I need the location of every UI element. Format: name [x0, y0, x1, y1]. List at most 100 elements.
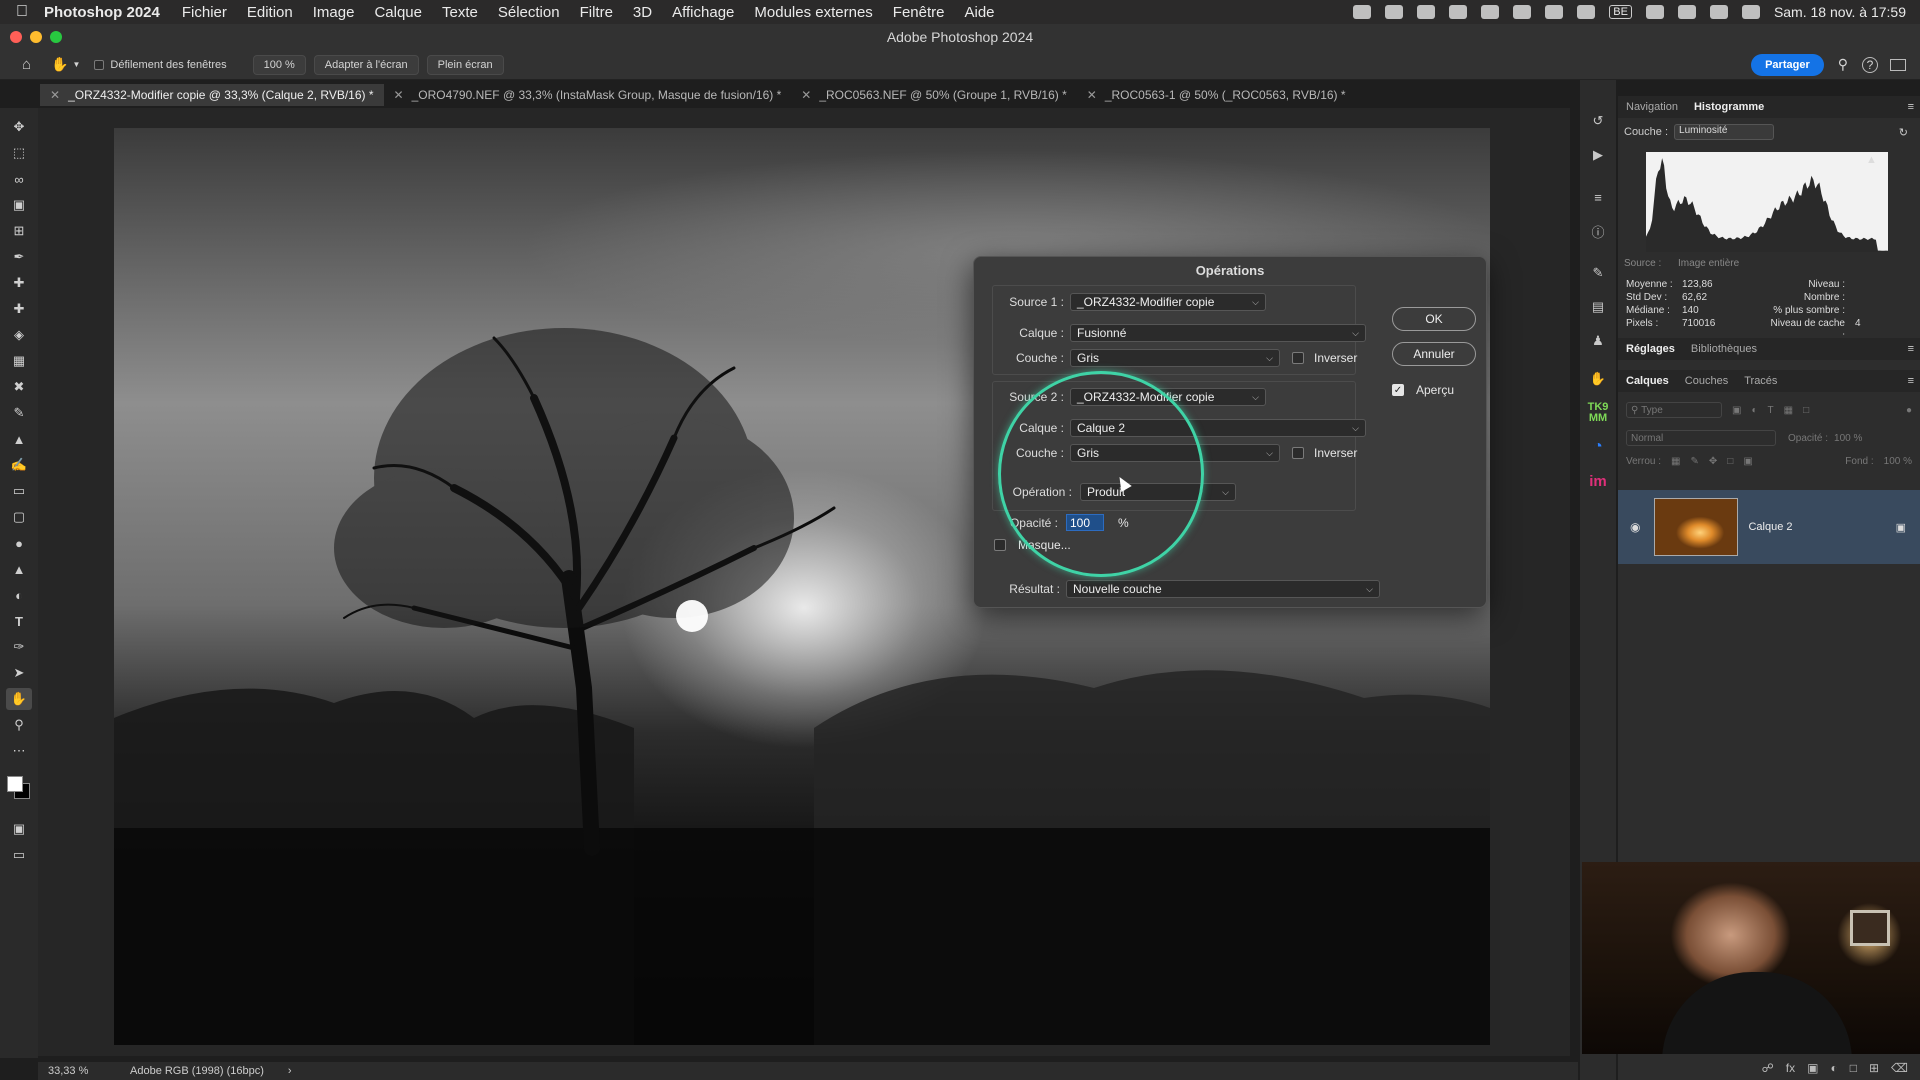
tab-navigation[interactable]: Navigation	[1626, 101, 1678, 113]
info-icon[interactable]: ⓘ	[1587, 220, 1609, 242]
hand-tool-preset-icon[interactable]: ✋	[51, 56, 68, 73]
gradient-tool-icon[interactable]: ▢	[6, 506, 32, 528]
brush-tool-icon[interactable]: ✎	[6, 402, 32, 424]
source1-layer-select[interactable]: Fusionné ⌵	[1070, 324, 1366, 342]
pen-tool-icon[interactable]: ✑	[6, 636, 32, 658]
spot-healing-tool-icon[interactable]: ✚	[6, 272, 32, 294]
time-machine-icon[interactable]	[1481, 5, 1500, 19]
menu-affichage[interactable]: Affichage	[672, 4, 734, 21]
menu-fichier[interactable]: Fichier	[182, 4, 227, 21]
close-tab-icon[interactable]: ✕	[801, 88, 811, 102]
search-icon[interactable]: ⚲	[1838, 56, 1848, 73]
home-icon[interactable]: ⌂	[22, 56, 31, 73]
brush-settings-icon[interactable]: ✎	[1587, 262, 1609, 284]
tab-calques[interactable]: Calques	[1626, 375, 1669, 387]
source1-channel-select[interactable]: Gris ⌵	[1070, 349, 1280, 367]
properties-sliders-icon[interactable]: ≡	[1587, 186, 1609, 208]
zoom-tool-icon[interactable]: ⚲	[6, 714, 32, 736]
panel-menu-icon[interactable]: ≡	[1908, 375, 1914, 387]
tab-roc0563-1[interactable]: ✕ _ROC0563-1 @ 50% (_ROC0563, RVB/16) *	[1077, 84, 1356, 106]
layer-filter-select[interactable]: ⚲ Type	[1626, 402, 1722, 418]
menu-3d[interactable]: 3D	[633, 4, 652, 21]
menu-selection[interactable]: Sélection	[498, 4, 560, 21]
color-swatches[interactable]	[5, 774, 33, 804]
blend-mode-select[interactable]: Normal	[1626, 430, 1776, 446]
people-icon[interactable]: ♟	[1587, 330, 1609, 352]
type-tool-icon[interactable]: T	[6, 610, 32, 632]
menu-filtre[interactable]: Filtre	[580, 4, 613, 21]
history-panel-icon[interactable]: ↺	[1587, 110, 1609, 132]
volume-icon[interactable]	[1545, 5, 1564, 19]
tk9-plugin-icon[interactable]: TK9 MM	[1587, 402, 1609, 424]
panel-menu-icon[interactable]: ≡	[1908, 343, 1914, 355]
menu-image[interactable]: Image	[313, 4, 355, 21]
camera-icon[interactable]	[1449, 5, 1468, 19]
tab-oro4790[interactable]: ✕ _ORO4790.NEF @ 33,3% (InstaMask Group,…	[384, 84, 792, 106]
help-icon[interactable]: ?	[1862, 56, 1878, 73]
tab-bibliotheques[interactable]: Bibliothèques	[1691, 343, 1757, 355]
menu-edition[interactable]: Edition	[247, 4, 293, 21]
foreground-color-swatch[interactable]	[7, 776, 23, 792]
ok-button[interactable]: OK	[1392, 307, 1476, 331]
filter-shape-icon[interactable]: ▦	[1784, 405, 1793, 416]
lock-transparency-icon[interactable]: ▦	[1671, 456, 1680, 467]
zoom-window-icon[interactable]	[50, 31, 62, 43]
battery-icon[interactable]	[1645, 5, 1664, 19]
control-center-icon[interactable]	[1741, 5, 1760, 19]
flame-icon[interactable]	[1385, 5, 1404, 19]
bluetooth-icon[interactable]	[1577, 5, 1596, 19]
tab-reglages[interactable]: Réglages	[1626, 343, 1675, 355]
lock-artboard-icon[interactable]: □	[1727, 456, 1733, 467]
histogram-source-value[interactable]: Image entière	[1678, 258, 1739, 269]
display-icon[interactable]	[1513, 5, 1532, 19]
zoom-level[interactable]: 33,33 %	[48, 1065, 118, 1077]
menu-texte[interactable]: Texte	[442, 4, 478, 21]
share-button[interactable]: Partager	[1751, 53, 1824, 76]
layer-name[interactable]: Calque 2	[1748, 521, 1792, 533]
tab-couches[interactable]: Couches	[1685, 375, 1728, 387]
filter-pixel-icon[interactable]: ▣	[1732, 405, 1741, 416]
histogram-channel-select[interactable]: Luminosité	[1674, 124, 1775, 140]
minimize-window-icon[interactable]	[30, 31, 42, 43]
plugin-hand-icon[interactable]: ✋	[1587, 368, 1609, 390]
tab-orz4332[interactable]: ✕ _ORZ4332-Modifier copie @ 33,3% (Calqu…	[40, 84, 384, 106]
tab-traces[interactable]: Tracés	[1744, 375, 1777, 387]
close-tab-icon[interactable]: ✕	[50, 88, 60, 102]
source2-select[interactable]: _ORZ4332-Modifier copie ⌵	[1070, 388, 1266, 406]
result-select[interactable]: Nouvelle couche ⌵	[1066, 580, 1380, 598]
chevron-down-icon[interactable]: ▼	[73, 60, 81, 69]
menu-aide[interactable]: Aide	[965, 4, 995, 21]
fx-icon[interactable]: fx	[1786, 1061, 1795, 1075]
tab-histogramme[interactable]: Histogramme	[1694, 101, 1764, 113]
zoom-100-button[interactable]: 100 %	[252, 54, 306, 75]
dodge-tool-icon[interactable]: ◐	[6, 584, 32, 606]
lock-all-icon[interactable]: ▣	[1743, 456, 1752, 467]
close-tab-icon[interactable]: ✕	[394, 88, 404, 102]
preview-checkbox[interactable]: ✓	[1392, 384, 1404, 396]
warning-icon[interactable]: ▲	[1866, 154, 1877, 166]
filter-toggle-icon[interactable]: ●	[1906, 405, 1912, 416]
wifi-icon[interactable]	[1677, 5, 1696, 19]
close-tab-icon[interactable]: ✕	[1087, 88, 1097, 102]
full-screen-button[interactable]: Plein écran	[426, 54, 504, 75]
menu-modules-externes[interactable]: Modules externes	[754, 4, 872, 21]
clone-stamp-tool-icon[interactable]: ▲	[6, 428, 32, 450]
scroll-all-windows-checkbox[interactable]	[94, 59, 105, 70]
sharpen-tool-icon[interactable]: ▲	[6, 558, 32, 580]
refresh-icon[interactable]: ↻	[1899, 126, 1908, 139]
red-eye-tool-icon[interactable]: ✖	[6, 376, 32, 398]
patch-tool-icon[interactable]: ◈	[6, 324, 32, 346]
eraser-tool-icon[interactable]: ▭	[6, 480, 32, 502]
panel-menu-icon[interactable]: ≡	[1908, 101, 1914, 113]
mask-checkbox[interactable]	[994, 539, 1006, 551]
spotlight-search-icon[interactable]	[1709, 5, 1728, 19]
source2-invert-checkbox[interactable]	[1292, 447, 1304, 459]
delete-layer-icon[interactable]: ⌫	[1891, 1061, 1908, 1075]
lasso-tool-icon[interactable]: ∞	[6, 168, 32, 190]
eye-visibility-icon[interactable]: ◉	[1630, 520, 1640, 534]
input-source-badge[interactable]: BE	[1609, 5, 1632, 19]
filter-smart-object-icon[interactable]: □	[1803, 405, 1809, 416]
new-layer-icon[interactable]: ⊞	[1869, 1061, 1879, 1075]
tab-roc0563[interactable]: ✕ _ROC0563.NEF @ 50% (Groupe 1, RVB/16) …	[791, 84, 1076, 106]
more-tools-icon[interactable]: ⋯	[6, 740, 32, 762]
